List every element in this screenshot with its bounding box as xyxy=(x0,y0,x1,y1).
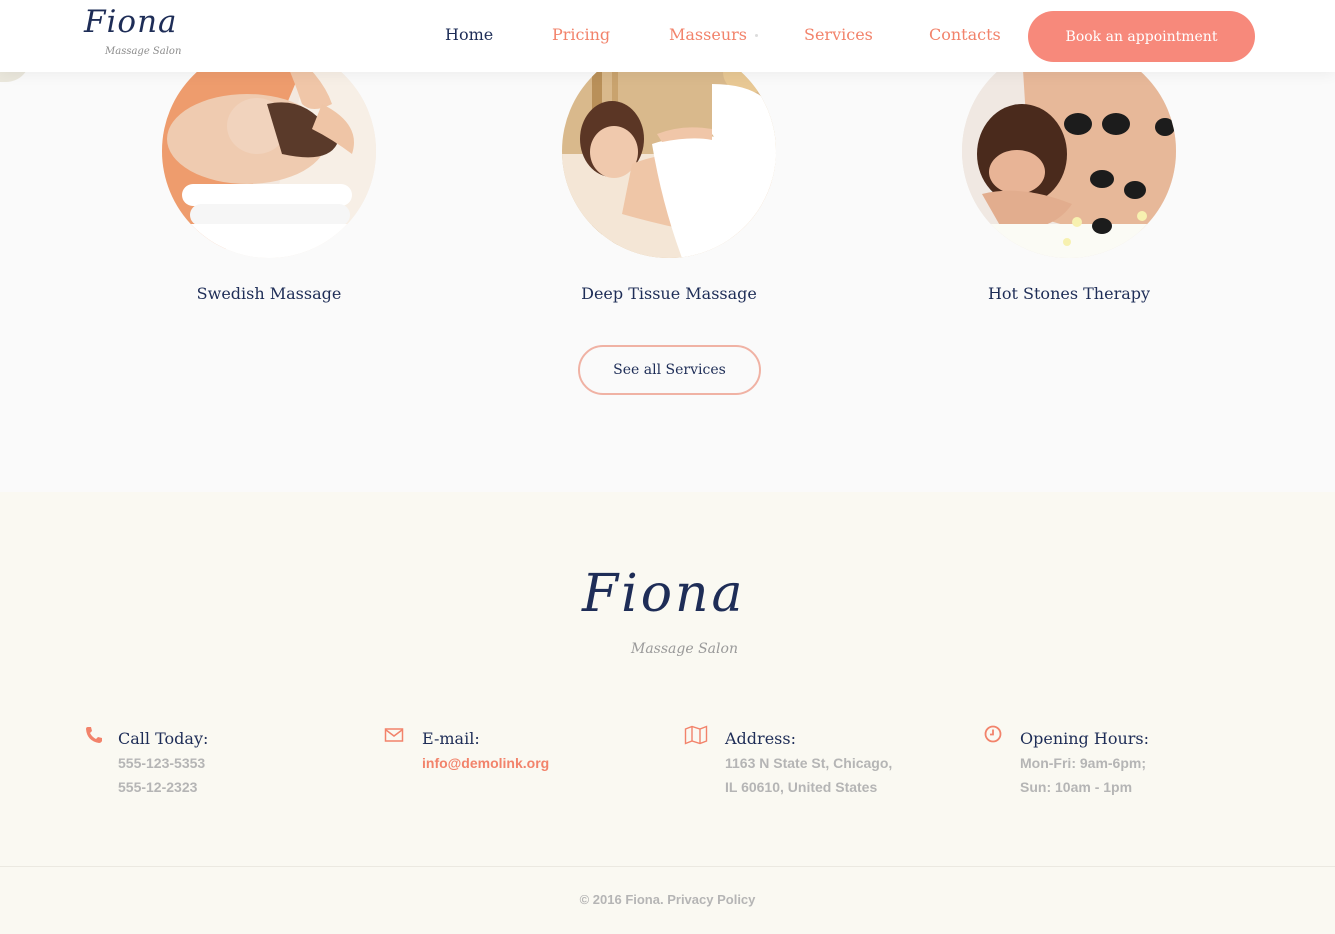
nav-item-contacts[interactable]: Contacts xyxy=(929,25,1001,44)
logo-tagline: Massage Salon xyxy=(105,46,182,57)
privacy-policy-link[interactable]: Privacy Policy xyxy=(667,892,755,907)
book-appointment-button[interactable]: Book an appointment xyxy=(1028,11,1255,62)
nav-item-home[interactable]: Home xyxy=(445,25,493,44)
phone-icon xyxy=(86,727,102,743)
footer-logo[interactable]: Fiona Massage Salon xyxy=(582,564,762,668)
phone-number[interactable]: 555-12-2323 xyxy=(118,779,197,795)
phone-number[interactable]: 555-123-5353 xyxy=(118,755,205,771)
logo-wordmark: Fiona xyxy=(84,4,178,40)
address-line: IL 60610, United States xyxy=(725,779,878,795)
site-header: Fiona Massage Salon Home Pricing Masseur… xyxy=(0,0,1335,72)
service-card-hot-stones[interactable]: Hot Stones Therapy xyxy=(962,44,1176,303)
site-footer: Fiona Massage Salon Call Today: 555-123-… xyxy=(0,492,1335,934)
header-logo[interactable]: Fiona Massage Salon xyxy=(84,4,194,64)
nav-item-services[interactable]: Services xyxy=(804,25,873,44)
see-all-services-button[interactable]: See all Services xyxy=(578,345,761,395)
service-card-deep-tissue[interactable]: Deep Tissue Massage xyxy=(562,44,776,303)
footer-logo-tagline: Massage Salon xyxy=(631,641,738,657)
map-icon xyxy=(684,725,708,745)
copyright-text: © 2016 Fiona. xyxy=(579,892,664,907)
contact-phone-title: Call Today: xyxy=(118,729,209,748)
nav-item-masseurs[interactable]: Masseurs xyxy=(669,25,747,44)
nav-item-pricing[interactable]: Pricing xyxy=(552,25,610,44)
hot-stones-therapy-image[interactable] xyxy=(962,44,1176,258)
services-section: Swedish Massage Deep Tissue Massage Hot … xyxy=(0,0,1335,492)
footer-logo-wordmark: Fiona xyxy=(582,564,746,624)
service-title[interactable]: Deep Tissue Massage xyxy=(502,284,836,303)
contact-address-title: Address: xyxy=(725,729,796,748)
address-line: 1163 N State St, Chicago, xyxy=(725,755,893,771)
copyright-bar: © 2016 Fiona. Privacy Policy xyxy=(0,892,1335,907)
contact-email-title: E-mail: xyxy=(422,729,480,748)
service-card-swedish[interactable]: Swedish Massage xyxy=(162,44,376,303)
hours-line: Mon-Fri: 9am-6pm; xyxy=(1020,755,1146,771)
contact-hours-title: Opening Hours: xyxy=(1020,729,1150,748)
footer-divider xyxy=(0,866,1335,867)
submenu-indicator xyxy=(755,34,758,37)
swedish-massage-image[interactable] xyxy=(162,44,376,258)
hours-line: Sun: 10am - 1pm xyxy=(1020,779,1133,795)
service-title[interactable]: Hot Stones Therapy xyxy=(902,284,1236,303)
deep-tissue-massage-image[interactable] xyxy=(562,44,776,258)
email-link[interactable]: info@demolink.org xyxy=(422,755,549,771)
service-title[interactable]: Swedish Massage xyxy=(102,284,436,303)
envelope-icon xyxy=(384,728,404,742)
clock-icon xyxy=(984,725,1002,743)
